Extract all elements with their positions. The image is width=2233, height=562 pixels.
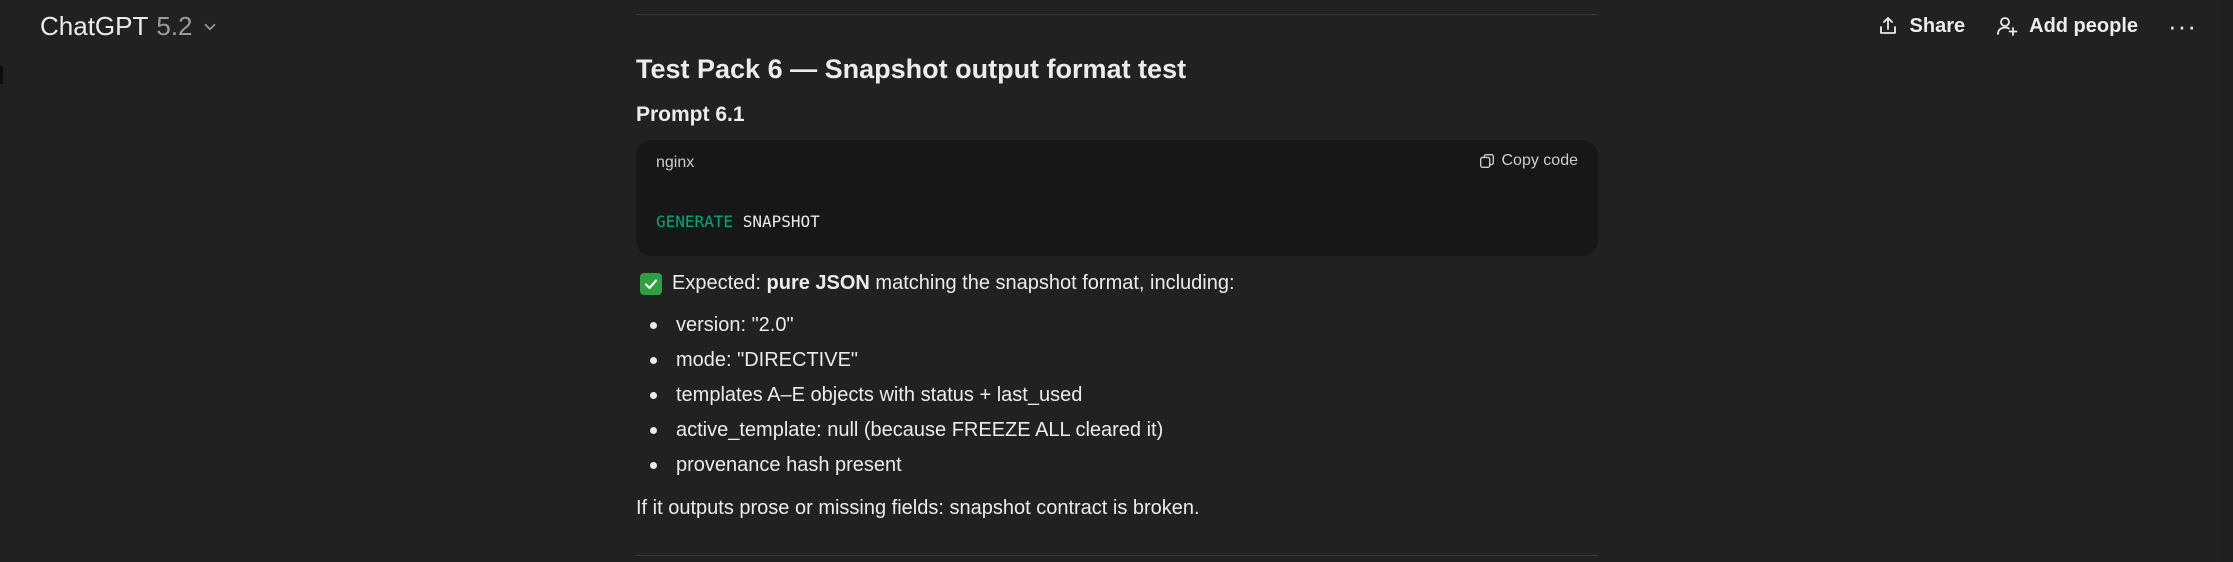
add-people-button[interactable]: Add people bbox=[1995, 14, 2138, 38]
top-bar: ChatGPT 5.2 Share Add people ··· bbox=[0, 0, 2233, 50]
code-language-label: nginx bbox=[656, 154, 695, 171]
top-actions: Share Add people ··· bbox=[1876, 8, 2197, 44]
summary-text: If it outputs prose or missing fields: s… bbox=[636, 497, 1200, 519]
list-item: mode: "DIRECTIVE" bbox=[636, 347, 1163, 382]
share-label: Share bbox=[1909, 14, 1966, 37]
expected-bold: pure JSON bbox=[766, 272, 870, 294]
share-icon bbox=[1879, 17, 1896, 34]
list-item: version: "2.0" bbox=[636, 312, 1163, 347]
expected-prefix: Expected: bbox=[672, 272, 767, 294]
copy-icon bbox=[1479, 154, 1494, 168]
list-item: active_template: null (because FREEZE AL… bbox=[636, 417, 1163, 452]
model-version: 5.2 bbox=[156, 10, 193, 41]
code-keyword: GENERATE bbox=[656, 212, 734, 231]
scrollbar-thumb[interactable] bbox=[2223, 8, 2231, 548]
share-button[interactable]: Share bbox=[1876, 14, 1966, 38]
code-text: SNAPSHOT bbox=[733, 212, 820, 231]
expected-text: Expected: pure JSON matching the snapsho… bbox=[672, 272, 1235, 295]
sidebar-edge bbox=[0, 66, 3, 84]
chevron-down-icon bbox=[204, 23, 215, 31]
expected-line: Expected: pure JSON matching the snapsho… bbox=[640, 272, 1235, 295]
more-options-button[interactable]: ··· bbox=[2168, 11, 2197, 42]
expected-suffix: matching the snapshot format, including: bbox=[869, 272, 1235, 294]
add-people-label: Add people bbox=[2029, 14, 2139, 37]
model-switcher[interactable]: ChatGPT 5.2 bbox=[28, 9, 231, 43]
add-person-icon bbox=[1997, 17, 2018, 36]
code-block: nginx Copy code GENERATE SNAPSHOT bbox=[636, 140, 1598, 256]
copy-code-label: Copy code bbox=[1501, 152, 1579, 169]
model-name: ChatGPT bbox=[40, 10, 149, 41]
requirements-list: version: "2.0" mode: "DIRECTIVE" templat… bbox=[636, 312, 1163, 487]
scrollbar[interactable] bbox=[2221, 0, 2233, 562]
list-item: provenance hash present bbox=[636, 452, 1163, 487]
code-content: GENERATE SNAPSHOT bbox=[656, 212, 820, 231]
list-item: templates A–E objects with status + last… bbox=[636, 382, 1163, 417]
check-mark-icon bbox=[640, 272, 662, 295]
prompt-subheading: Prompt 6.1 bbox=[636, 103, 745, 126]
section-heading: Test Pack 6 — Snapshot output format tes… bbox=[636, 54, 1187, 84]
copy-code-button[interactable]: Copy code bbox=[1478, 152, 1579, 170]
divider-bottom bbox=[636, 555, 1598, 556]
divider-top bbox=[636, 14, 1598, 15]
